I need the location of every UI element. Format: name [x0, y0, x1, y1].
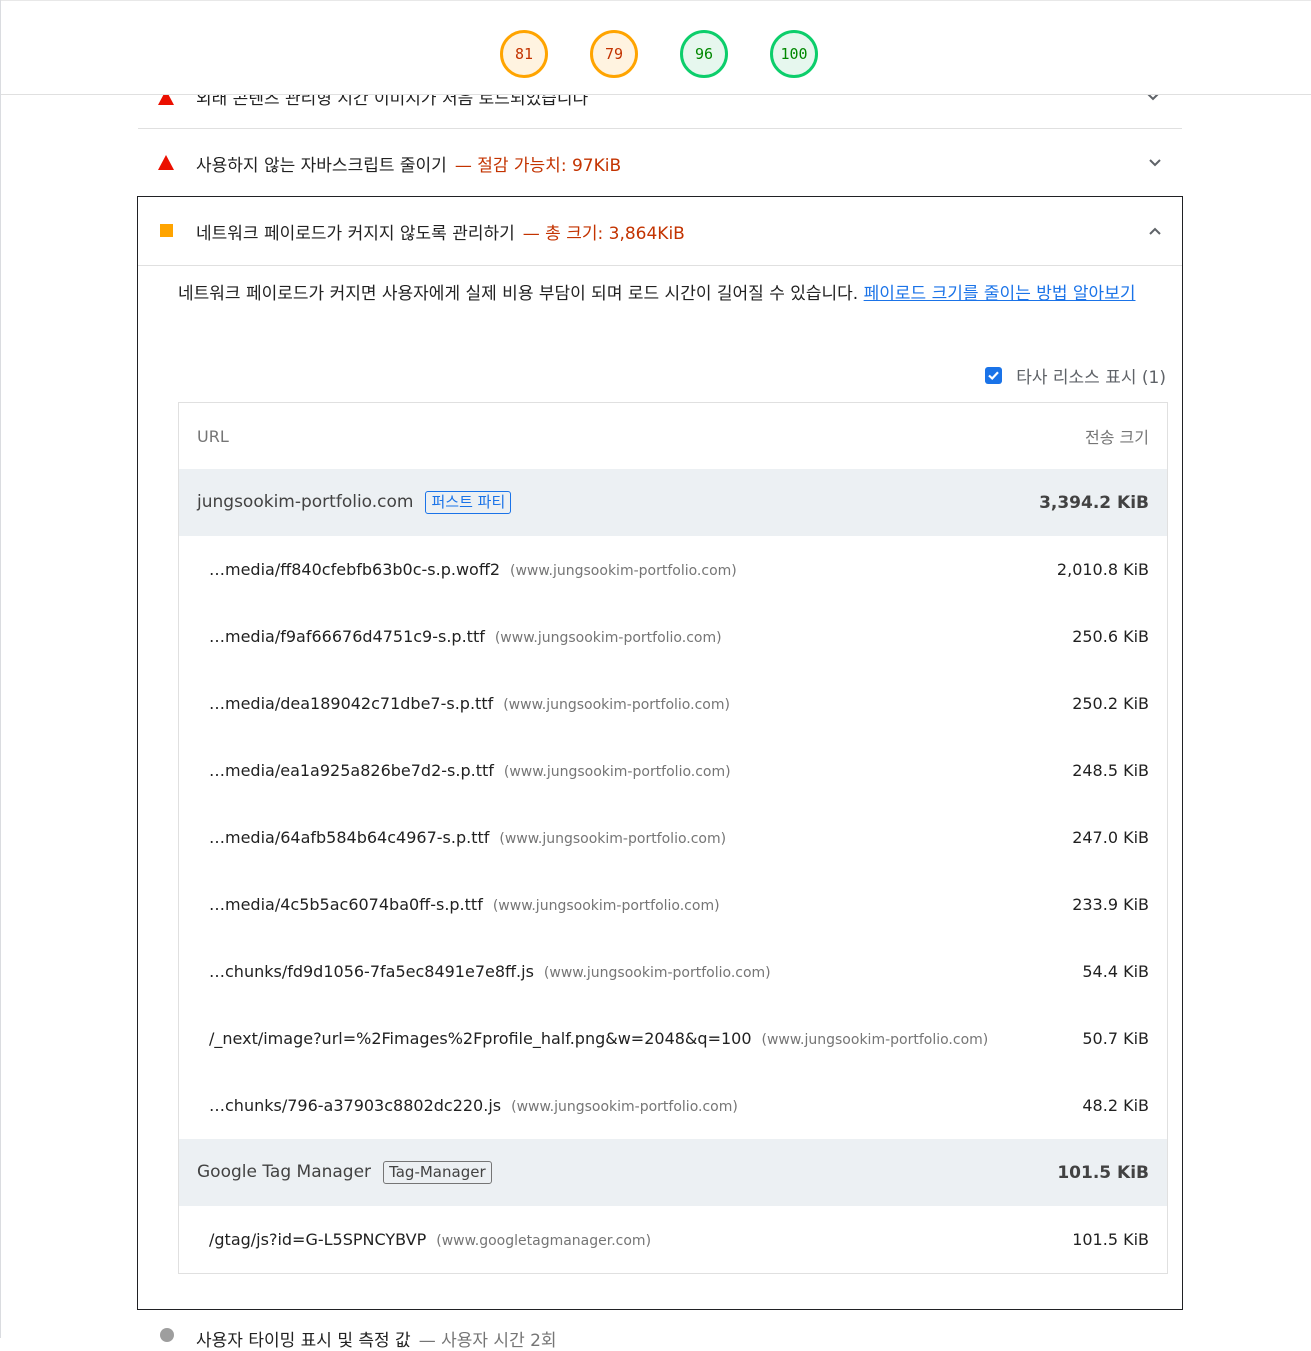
entity-size: 3,394.2 KiB	[1039, 492, 1149, 513]
audit-title-text: 네트워크 페이로드가 커지지 않도록 관리하기	[196, 224, 515, 244]
first-party-badge: 퍼스트 파티	[425, 491, 512, 514]
resource-host: (www.jungsookim-portfolio.com)	[510, 563, 737, 579]
resource-url[interactable]: …media/ea1a925a826be7d2-s.p.ttf	[209, 761, 494, 780]
audit-detail: — 사용자 시간 2회	[418, 1331, 557, 1351]
score-value: 96	[694, 45, 714, 63]
resource-host: (www.jungsookim-portfolio.com)	[492, 898, 720, 914]
resource-size: 250.2 KiB	[1072, 694, 1149, 713]
url-cell: …media/dea189042c71dbe7-s.p.ttf (www.jung…	[209, 694, 730, 713]
url-cell: …media/4c5b5ac6074ba0ff-s.p.ttf (www.jung…	[209, 895, 720, 914]
resource-size: 48.2 KiB	[1082, 1096, 1149, 1115]
table-header: URL 전송 크기	[179, 403, 1167, 469]
chevron-up-icon	[1149, 227, 1161, 235]
entity-cell: Google Tag Manager Tag-Manager	[197, 1161, 492, 1184]
audit-total-size: — 총 크기: 3,864KiB	[522, 224, 685, 244]
resource-url[interactable]: …media/dea189042c71dbe7-s.p.ttf	[209, 694, 493, 713]
audit-title: 네트워크 페이로드가 커지지 않도록 관리하기 — 총 크기: 3,864KiB	[196, 219, 685, 244]
score-value: 81	[514, 45, 534, 63]
resource-host: (www.jungsookim-portfolio.com)	[543, 965, 771, 981]
description-text: 네트워크 페이로드가 커지면 사용자에게 실제 비용 부담이 되며 로드 시간이…	[178, 284, 864, 304]
resource-size: 233.9 KiB	[1072, 895, 1149, 914]
resource-url[interactable]: /gtag/js?id=G-L5SPNCYBVP	[209, 1230, 426, 1249]
resource-size: 54.4 KiB	[1082, 962, 1149, 981]
left-rule	[0, 0, 1, 1338]
url-cell: …media/f9af66676d4751c9-s.p.ttf (www.jung…	[209, 627, 722, 646]
audit-row-user-timings[interactable]: 사용자 타이밍 표시 및 측정 값 — 사용자 시간 2회	[138, 1320, 1182, 1351]
table-row: …media/64afb584b64c4967-s.p.ttf (www.jung…	[179, 804, 1167, 871]
table-row: …chunks/fd9d1056-7fa5ec8491e7e8ff.js (www…	[179, 938, 1167, 1005]
audit-savings: — 절감 가능치: 97KiB	[454, 156, 622, 176]
resource-url[interactable]: …media/ff840cfebfb63b0c-s.p.woff2	[209, 560, 500, 579]
entity-name: Google Tag Manager	[197, 1162, 372, 1182]
chevron-down-icon	[1149, 159, 1161, 167]
resource-url[interactable]: …media/f9af66676d4751c9-s.p.ttf	[209, 627, 485, 646]
third-party-label: 타사 리소스 표시 (1)	[1016, 368, 1166, 388]
table-row: …media/ff840cfebfb63b0c-s.p.woff2 (www.ju…	[179, 536, 1167, 603]
resource-host: (www.jungsookim-portfolio.com)	[503, 764, 731, 780]
audit-title-text: 사용하지 않는 자바스크립트 줄이기	[196, 156, 447, 176]
score-gauge-accessibility[interactable]: 79	[590, 30, 638, 78]
resource-url[interactable]: …media/64afb584b64c4967-s.p.ttf	[209, 828, 489, 847]
score-value: 79	[604, 45, 624, 63]
table-row: /_next/image?url=%2Fimages%2Fprofile_hal…	[179, 1005, 1167, 1072]
table-row: …chunks/796-a37903c8802dc220.js (www.jung…	[179, 1072, 1167, 1139]
resource-host: (www.jungsookim-portfolio.com)	[761, 1032, 989, 1048]
resource-url[interactable]: …media/4c5b5ac6074ba0ff-s.p.ttf	[209, 895, 483, 914]
entity-size: 101.5 KiB	[1057, 1162, 1149, 1183]
checkmark-icon	[988, 371, 1000, 381]
score-value: 100	[780, 45, 808, 63]
resource-host: (www.jungsookim-portfolio.com)	[494, 630, 722, 646]
table-group-row: jungsookim-portfolio.com 퍼스트 파티 3,394.2 K…	[179, 469, 1167, 536]
column-header-url: URL	[197, 426, 229, 446]
url-cell: …media/64afb584b64c4967-s.p.ttf (www.jung…	[209, 828, 726, 847]
entity-cell: jungsookim-portfolio.com 퍼스트 파티	[197, 491, 512, 514]
third-party-checkbox[interactable]	[985, 367, 1003, 384]
resource-table: URL 전송 크기 jungsookim-portfolio.com 퍼스트 파티…	[178, 402, 1168, 1274]
column-header-transfer-size: 전송 크기	[1085, 428, 1149, 447]
url-cell: /gtag/js?id=G-L5SPNCYBVP (www.googletagma…	[209, 1230, 651, 1249]
info-circle-icon	[160, 1328, 174, 1342]
table-row: …media/f9af66676d4751c9-s.p.ttf (www.jung…	[179, 603, 1167, 670]
resource-host: (www.jungsookim-portfolio.com)	[511, 1099, 738, 1115]
score-gauge-seo[interactable]: 100	[770, 30, 818, 78]
table-group-row: Google Tag Manager Tag-Manager 101.5 KiB	[179, 1139, 1167, 1206]
resource-host: (www.jungsookim-portfolio.com)	[499, 831, 727, 847]
average-square-icon	[160, 224, 173, 237]
resource-size: 247.0 KiB	[1072, 828, 1149, 847]
resource-url[interactable]: /_next/image?url=%2Fimages%2Fprofile_hal…	[209, 1029, 752, 1048]
audit-title: 사용자 타이밍 표시 및 측정 값 — 사용자 시간 2회	[196, 1326, 557, 1351]
audit-header[interactable]: 네트워크 페이로드가 커지지 않도록 관리하기 — 총 크기: 3,864KiB	[138, 197, 1182, 266]
url-cell: …media/ea1a925a826be7d2-s.p.ttf (www.jung…	[209, 761, 731, 780]
audit-title-text: 사용자 타이밍 표시 및 측정 값	[196, 1331, 411, 1351]
audit-row-unused-javascript[interactable]: 사용하지 않는 자바스크립트 줄이기 — 절감 가능치: 97KiB	[138, 129, 1182, 197]
table-row: …media/4c5b5ac6074ba0ff-s.p.ttf (www.jung…	[179, 871, 1167, 938]
resource-size: 2,010.8 KiB	[1056, 560, 1149, 579]
audit-description: 네트워크 페이로드가 커지면 사용자에게 실제 비용 부담이 되며 로드 시간이…	[178, 279, 1168, 309]
entity-category-badge: Tag-Manager	[383, 1161, 492, 1184]
resource-url[interactable]: …chunks/fd9d1056-7fa5ec8491e7e8ff.js	[209, 962, 534, 981]
third-party-filter[interactable]: 타사 리소스 표시 (1)	[985, 363, 1166, 388]
url-cell: …chunks/fd9d1056-7fa5ec8491e7e8ff.js (www…	[209, 962, 771, 981]
table-row: …media/ea1a925a826be7d2-s.p.ttf (www.jung…	[179, 737, 1167, 804]
resource-url[interactable]: …chunks/796-a37903c8802dc220.js	[209, 1096, 501, 1115]
url-cell: /_next/image?url=%2Fimages%2Fprofile_hal…	[209, 1029, 988, 1048]
resource-host: (www.googletagmanager.com)	[436, 1233, 652, 1249]
resource-size: 248.5 KiB	[1072, 761, 1149, 780]
score-gauge-best-practices[interactable]: 96	[680, 30, 728, 78]
resource-host: (www.jungsookim-portfolio.com)	[503, 697, 730, 713]
fail-triangle-icon	[158, 155, 174, 170]
entity-name: jungsookim-portfolio.com	[197, 492, 414, 512]
url-cell: …media/ff840cfebfb63b0c-s.p.woff2 (www.ju…	[209, 560, 737, 579]
resource-size: 101.5 KiB	[1072, 1230, 1149, 1249]
resource-size: 250.6 KiB	[1072, 627, 1149, 646]
audit-title: 사용하지 않는 자바스크립트 줄이기 — 절감 가능치: 97KiB	[196, 151, 621, 176]
resource-size: 50.7 KiB	[1082, 1029, 1149, 1048]
score-gauge-performance[interactable]: 81	[500, 30, 548, 78]
score-header: 81 79 96 100	[1, 0, 1311, 95]
audit-total-byte-weight: 네트워크 페이로드가 커지지 않도록 관리하기 — 총 크기: 3,864KiB …	[137, 196, 1183, 1310]
table-row: …media/dea189042c71dbe7-s.p.ttf (www.jung…	[179, 670, 1167, 737]
learn-more-link[interactable]: 페이로드 크기를 줄이는 방법 알아보기	[864, 284, 1136, 304]
table-row: /gtag/js?id=G-L5SPNCYBVP (www.googletagma…	[179, 1206, 1167, 1273]
url-cell: …chunks/796-a37903c8802dc220.js (www.jung…	[209, 1096, 738, 1115]
